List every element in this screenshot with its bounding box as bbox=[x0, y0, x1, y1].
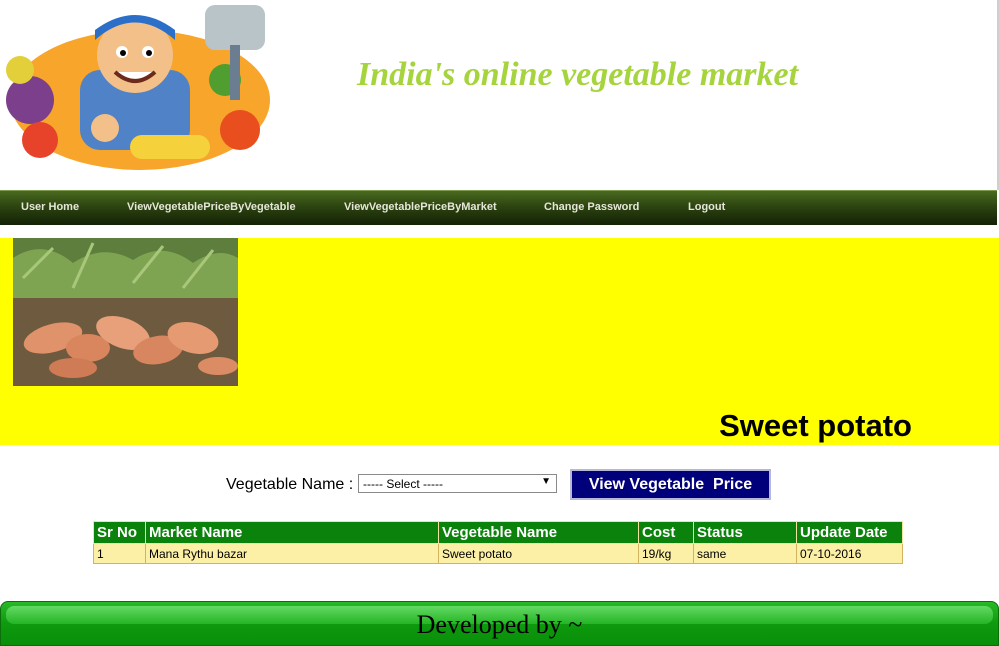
col-sr-no: Sr No bbox=[93, 521, 146, 544]
view-vegetable-price-button[interactable]: View Vegetable Price bbox=[570, 469, 771, 500]
cell-sr-no: 1 bbox=[93, 543, 146, 564]
vegetable-banner: Sweet potato bbox=[0, 238, 999, 445]
cell-market-name: Mana Rythu bazar bbox=[145, 543, 439, 564]
table-header-row: Sr No Market Name Vegetable Name Cost St… bbox=[93, 521, 903, 544]
col-market-name: Market Name bbox=[145, 521, 439, 544]
footer-text: Developed by ~ bbox=[416, 610, 583, 639]
site-header: India's online vegetable market bbox=[0, 0, 999, 190]
cell-update-date: 07-10-2016 bbox=[796, 543, 903, 564]
nav-view-price-by-market[interactable]: ViewVegetablePriceByMarket bbox=[344, 201, 497, 213]
col-cost: Cost bbox=[638, 521, 694, 544]
cell-status: same bbox=[693, 543, 797, 564]
nav-view-price-by-vegetable[interactable]: ViewVegetablePriceByVegetable bbox=[127, 201, 296, 213]
site-title: India's online vegetable market bbox=[357, 56, 799, 93]
price-search-form: Vegetable Name : ----- Select ----- ▼ Vi… bbox=[0, 468, 999, 500]
vegetable-select[interactable]: ----- Select ----- ▼ bbox=[358, 474, 557, 493]
col-status: Status bbox=[693, 521, 797, 544]
nav-logout[interactable]: Logout bbox=[688, 201, 725, 213]
cell-vegetable-name: Sweet potato bbox=[438, 543, 639, 564]
dropdown-arrow-icon: ▼ bbox=[541, 476, 551, 487]
main-navbar: User Home ViewVegetablePriceByVegetable … bbox=[0, 190, 997, 225]
site-footer: Developed by ~ bbox=[0, 601, 999, 646]
farmer-mascot-logo bbox=[6, 5, 270, 170]
table-row: 1 Mana Rythu bazar Sweet potato 19/kg sa… bbox=[93, 543, 903, 564]
sweet-potato-photo bbox=[13, 238, 238, 386]
cell-cost: 19/kg bbox=[638, 543, 694, 564]
vegetable-select-value: ----- Select ----- bbox=[363, 477, 443, 491]
nav-user-home[interactable]: User Home bbox=[21, 201, 79, 213]
col-vegetable-name: Vegetable Name bbox=[438, 521, 639, 544]
col-update-date: Update Date bbox=[796, 521, 903, 544]
nav-change-password[interactable]: Change Password bbox=[544, 201, 639, 213]
vegetable-heading: Sweet potato bbox=[719, 408, 912, 443]
vegetable-name-label: Vegetable Name : bbox=[226, 476, 354, 493]
price-table: Sr No Market Name Vegetable Name Cost St… bbox=[93, 521, 903, 564]
